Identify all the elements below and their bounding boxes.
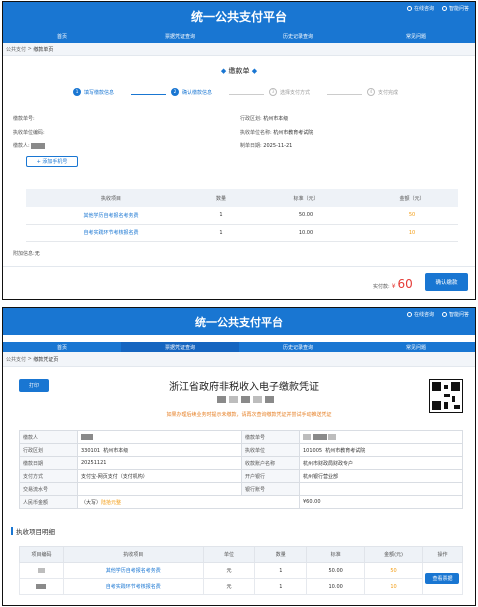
notice-text: 如果办理后续业务时提示未缴款，请再次查询缴款凭证并尝试手动推送凭证 (166, 412, 332, 418)
confirm-payment-button[interactable]: 确认缴款 (425, 273, 468, 291)
step-3: 3 选择支付方式 (269, 88, 310, 96)
payment-voucher-screen: 统一公共支付平台 在线咨询 智能问答 首页 票据凭证查询 历史记录查询 常见问题… (2, 307, 476, 606)
redacted-order-no (312, 433, 327, 440)
col-std: 标准（元） (246, 189, 366, 207)
main-nav: 首页 票据凭证查询 历史记录查询 常见问题 (3, 342, 475, 352)
table-row: 缴款日期 20251121 收款账户名称 杭州市财政局财政专户 (19, 456, 463, 470)
chat-icon (406, 6, 412, 11)
smart-qa-link[interactable]: 智能问答 (441, 311, 469, 318)
online-service-link[interactable]: 在线咨询 (406, 5, 434, 12)
redacted-payer (31, 142, 46, 149)
total-paid: 实付款: ¥ 60 (373, 277, 413, 291)
redacted-payer (81, 433, 93, 440)
app-title: 统一公共支付平台 (195, 316, 283, 329)
nav-receipt-query[interactable]: 票据凭证查询 (121, 342, 239, 352)
help-icon (441, 312, 447, 317)
app-title: 统一公共支付平台 (190, 10, 287, 24)
table-row: 自考实践环节考核报名费 1 10.00 10 (26, 224, 458, 242)
redacted-voucher-code (217, 396, 274, 403)
table-row: 缴款人 缴款单号 (19, 430, 463, 444)
amount-in-words: 陆拾元整 (101, 499, 122, 506)
total-amount: 60 (397, 277, 413, 291)
progress-steps: 1 填写缴款信息 2 确认缴款信息 3 选择支付方式 4 支付完成 (3, 88, 475, 100)
table-row: 人民币金额 （大写）陆拾元整 ¥60.00 (19, 495, 463, 509)
voucher-info-table: 缴款人 缴款单号 行政区划 330101 杭州市本级 执收单位 101005 杭… (19, 430, 463, 509)
print-button[interactable]: 打印 (19, 379, 49, 392)
order-no-field: 缴款单号: (13, 116, 35, 122)
table-row: 自考实践环节考核报名费 元 1 10.00 10 (19, 578, 463, 595)
help-icon (441, 6, 447, 11)
detail-section-title: 执收项目明细 (11, 526, 55, 536)
table-row: 其他学历自考报名考务费 元 1 50.00 50 查看票据 (19, 562, 464, 595)
chat-icon (406, 312, 412, 317)
nav-faq[interactable]: 常见问题 (357, 30, 475, 43)
amount-value: ¥60.00 (299, 495, 463, 509)
item-name[interactable]: 其他学历自考报名考务费 (62, 562, 204, 579)
extra-info: 附加信息:无 (13, 251, 40, 257)
header-bar: 统一公共支付平台 在线咨询 智能问答 (3, 308, 475, 335)
step-1: 1 填写缴款信息 (73, 88, 114, 96)
detail-items-table: 项目编码 执收项目 单位 数量 标准 金额(元) 操作 其他学历自考报名考务费 … (19, 546, 464, 595)
order-date-field: 制单日期: 2025-11-21 (240, 143, 293, 149)
item-name[interactable]: 自考实践环节考核报名费 (62, 578, 204, 595)
breadcrumb-parent[interactable]: 公共支付 (6, 46, 26, 53)
payer-field: 缴款人: (13, 142, 46, 149)
step-connector (229, 94, 264, 95)
diamond-icon: ◆ (251, 67, 258, 75)
redacted-item-code (37, 567, 45, 573)
agency-code-field: 执收单位编码: (13, 130, 45, 136)
breadcrumb-parent[interactable]: 公共支付 (6, 356, 26, 363)
breadcrumb-current: 缴款凭证页 (33, 356, 59, 363)
divider (3, 266, 475, 267)
table-row: 交易流水号 银行账号 (19, 482, 463, 496)
table-row: 其他学历自考报名考务费 1 50.00 50 (26, 207, 458, 225)
col-qty: 数量 (196, 189, 246, 207)
breadcrumb: 公共支付 > 缴款凭证页 (3, 352, 475, 367)
step-4: 4 支付完成 (367, 88, 398, 96)
col-item: 执收项目 (26, 189, 196, 207)
header-bar: 统一公共支付平台 在线咨询 智能问答 (3, 2, 475, 30)
payment-items-table: 执收项目 数量 标准（元） 金额（元） 其他学历自考报名考务费 1 50.00 … (26, 189, 458, 242)
agency-name-field: 执收单位名称: 杭州市教育考试院 (240, 130, 314, 136)
payment-order-screen: 统一公共支付平台 在线咨询 智能问答 首页 票据凭证查询 历史记录查询 常见问题… (2, 1, 476, 300)
breadcrumb: 公共支付 > 缴款单页 (3, 43, 475, 56)
view-receipt-button[interactable]: 查看票据 (425, 573, 460, 584)
nav-history[interactable]: 历史记录查询 (239, 342, 357, 352)
region-field: 行政区划: 杭州市本级 (240, 116, 289, 122)
voucher-title: 浙江省政府非税收入电子缴款凭证 (169, 382, 319, 393)
nav-history[interactable]: 历史记录查询 (239, 30, 357, 43)
qr-code-icon (429, 379, 463, 413)
nav-home[interactable]: 首页 (3, 30, 121, 43)
table-row: 支付方式 支付宝-网页支付（支付机构） 开户银行 杭州银行营业部 (19, 469, 463, 483)
item-name[interactable]: 其他学历自考报名考务费 (26, 207, 196, 225)
main-nav: 首页 票据凭证查询 历史记录查询 常见问题 (3, 30, 475, 43)
diamond-icon: ◆ (220, 67, 227, 75)
smart-qa-link[interactable]: 智能问答 (441, 5, 469, 12)
nav-home[interactable]: 首页 (3, 342, 121, 352)
nav-faq[interactable]: 常见问题 (357, 342, 475, 352)
online-service-link[interactable]: 在线咨询 (406, 311, 434, 318)
step-connector (131, 94, 166, 95)
step-connector (327, 94, 362, 95)
breadcrumb-current: 缴款单页 (33, 46, 54, 53)
nav-receipt-query[interactable]: 票据凭证查询 (121, 30, 239, 43)
add-phone-button[interactable]: + 添加手机号 (26, 156, 78, 167)
redacted-item-code (36, 583, 47, 589)
item-name[interactable]: 自考实践环节考核报名费 (26, 224, 196, 242)
step-2: 2 确认缴款信息 (171, 88, 212, 96)
col-amount: 金额（元） (366, 189, 458, 207)
section-title: ◆ 缴款单 ◆ (220, 67, 258, 75)
table-row: 行政区划 330101 杭州市本级 执收单位 101005 杭州市教育考试院 (19, 443, 463, 457)
